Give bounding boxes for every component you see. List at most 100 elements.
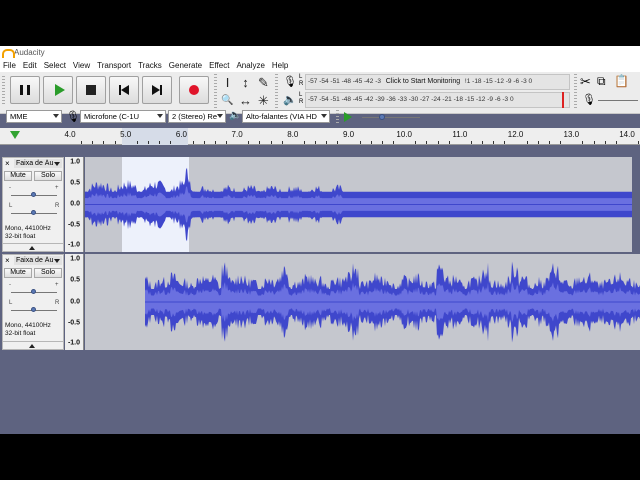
mute-button[interactable]: Mute xyxy=(4,171,32,181)
tools-toolbar-grip[interactable] xyxy=(214,74,217,108)
vertical-ruler[interactable]: 1.0 0.5 0.0 -0.5 -1.0 xyxy=(65,157,84,252)
menu-analyze[interactable]: Analyze xyxy=(236,61,264,70)
play-at-speed-grip[interactable] xyxy=(336,110,339,123)
recording-channels-select[interactable]: 2 (Stereo) Re xyxy=(168,110,226,123)
menu-edit[interactable]: Edit xyxy=(23,61,37,70)
timeline-options-icon[interactable] xyxy=(10,131,20,139)
pause-button[interactable] xyxy=(10,76,40,104)
time-shift-tool-icon: ↔ xyxy=(239,93,252,108)
microphone-icon: 🎙 xyxy=(283,76,297,88)
gain-slider-thumb[interactable] xyxy=(31,289,36,294)
collapse-track-button[interactable] xyxy=(3,243,63,251)
timeline-tick-label: 10.0 xyxy=(396,130,412,139)
close-track-icon[interactable]: × xyxy=(5,256,10,265)
menu-view[interactable]: View xyxy=(73,61,90,70)
pan-left-label: L xyxy=(9,203,13,209)
timeline-minor-tick xyxy=(426,141,428,144)
letterbox-top xyxy=(0,0,640,46)
cut-icon[interactable]: ✂ xyxy=(580,74,591,90)
skip-to-end-button[interactable] xyxy=(142,76,172,104)
play-at-speed-icon[interactable] xyxy=(344,112,352,122)
ruler-label: 0.0 xyxy=(70,200,80,208)
pan-left-label: L xyxy=(9,300,13,306)
time-shift-tool-button[interactable]: ↔ xyxy=(237,92,254,109)
close-track-icon[interactable]: × xyxy=(5,159,10,168)
play-button[interactable] xyxy=(43,76,73,104)
menu-bar: File Edit Select View Transport Tracks G… xyxy=(0,59,640,72)
menu-effect[interactable]: Effect xyxy=(209,61,229,70)
pan-slider-thumb[interactable] xyxy=(31,210,36,215)
skip-to-start-button[interactable] xyxy=(109,76,139,104)
paste-icon[interactable]: 📋 xyxy=(614,74,629,88)
ruler-label: 1.0 xyxy=(70,255,80,263)
ruler-label: 0.5 xyxy=(70,276,80,284)
zoom-tool-icon: 🔍 xyxy=(221,94,234,106)
audio-host-select[interactable]: MME xyxy=(6,110,62,123)
pan-slider-thumb[interactable] xyxy=(31,307,36,312)
transport-toolbar-grip[interactable] xyxy=(2,76,5,104)
waveform-svg[interactable] xyxy=(85,157,632,252)
timeline-minor-tick xyxy=(549,141,551,144)
recording-device-select[interactable]: Microfone (C-1U xyxy=(80,110,166,123)
multi-tool-button[interactable]: ✳ xyxy=(255,92,272,109)
audacity-logo-icon xyxy=(2,48,15,58)
meter-toolbar-grip[interactable] xyxy=(275,74,278,108)
waveform-track-1[interactable] xyxy=(85,157,632,252)
waveform-track-2[interactable] xyxy=(85,254,640,350)
skip-to-end-icon xyxy=(152,85,162,95)
selection-tool-button[interactable]: I xyxy=(219,74,236,91)
envelope-tool-icon: ↕ xyxy=(242,75,249,90)
menu-generate[interactable]: Generate xyxy=(169,61,202,70)
track-format-info: Mono, 44100Hz 32-bit float xyxy=(5,322,51,337)
solo-button[interactable]: Solo xyxy=(34,268,62,278)
playback-meter-clip-indicator xyxy=(562,92,564,108)
collapse-track-button[interactable] xyxy=(3,341,63,349)
waveform-svg[interactable] xyxy=(85,254,640,350)
timeline-minor-tick xyxy=(81,141,83,144)
timeline-minor-tick xyxy=(170,141,172,144)
playback-device-select[interactable]: Alto-falantes (VIA HD xyxy=(242,110,330,123)
menu-tracks[interactable]: Tracks xyxy=(138,61,162,70)
draw-tool-button[interactable]: ✎ xyxy=(255,74,272,91)
playback-meter[interactable]: -57 -54 -51 -48 -45 -42 -39 -36 -33 -30 … xyxy=(305,92,570,108)
start-monitoring-prompt[interactable]: Click to Start Monitoring xyxy=(386,78,460,85)
solo-button[interactable]: Solo xyxy=(34,171,62,181)
timeline-minor-tick xyxy=(393,141,395,144)
track-name-menu[interactable]: Faixa de Áu xyxy=(14,159,62,168)
playback-volume-icon: 🎙 xyxy=(582,94,596,106)
timeline-minor-tick xyxy=(615,141,617,144)
mixer-slider-track[interactable] xyxy=(598,100,638,101)
track-control-panel[interactable]: × Faixa de Áu Mute Solo - + L R Mono, 44… xyxy=(2,254,64,350)
menu-file[interactable]: File xyxy=(3,61,16,70)
stop-button[interactable] xyxy=(76,76,106,104)
ruler-label: -0.5 xyxy=(67,319,80,327)
menu-transport[interactable]: Transport xyxy=(97,61,131,70)
timeline-ruler[interactable]: 4.0 5.0 6.0 7.0 8.0 9.0 10.0 11.0 12.0 13.0 14.0 xyxy=(0,128,640,145)
recording-meter[interactable]: -57 -54 -51 -48 -45 -42 -3 Click to Star… xyxy=(305,74,570,90)
vertical-ruler[interactable]: 1.0 0.5 0.0 -0.5 -1.0 xyxy=(65,254,84,350)
zoom-tool-button[interactable]: 🔍 xyxy=(219,92,236,109)
menu-help[interactable]: Help xyxy=(272,61,288,70)
recording-meter-scale: -57 -54 -51 -48 -45 -42 -3 xyxy=(308,78,381,85)
record-button[interactable] xyxy=(179,76,209,104)
speaker-icon: 🔈 xyxy=(283,94,297,106)
chevron-down-icon xyxy=(54,162,60,166)
timeline-tick-label: 11.0 xyxy=(452,130,468,139)
toolbar-area: I ↕ ✎ 🔍 ↔ ✳ 🎙 🔈 LR LR -57 -54 -51 -48 -4… xyxy=(0,72,640,114)
timeline-minor-tick xyxy=(415,141,417,144)
play-speed-slider[interactable] xyxy=(362,117,420,118)
timeline-tick-label: 12.0 xyxy=(507,130,524,139)
envelope-tool-button[interactable]: ↕ xyxy=(237,74,254,91)
edit-toolbar-grip[interactable] xyxy=(574,74,577,108)
play-speed-slider-thumb[interactable] xyxy=(379,114,385,120)
track-name-menu[interactable]: Faixa de Áu xyxy=(14,256,62,265)
mute-button[interactable]: Mute xyxy=(4,268,32,278)
gain-slider-thumb[interactable] xyxy=(31,192,36,197)
skip-to-start-icon xyxy=(119,85,129,95)
track-control-panel[interactable]: × Faixa de Áu Mute Solo - + L R Mono, 44… xyxy=(2,157,64,252)
copy-icon[interactable]: ⧉ xyxy=(597,74,606,89)
output-device-icon: 🔈 xyxy=(229,110,242,121)
playback-meter-scale: -57 -54 -51 -48 -45 -42 -39 -36 -33 -30 … xyxy=(308,96,514,103)
title-bar: Audacity xyxy=(0,46,640,59)
menu-select[interactable]: Select xyxy=(44,61,66,70)
